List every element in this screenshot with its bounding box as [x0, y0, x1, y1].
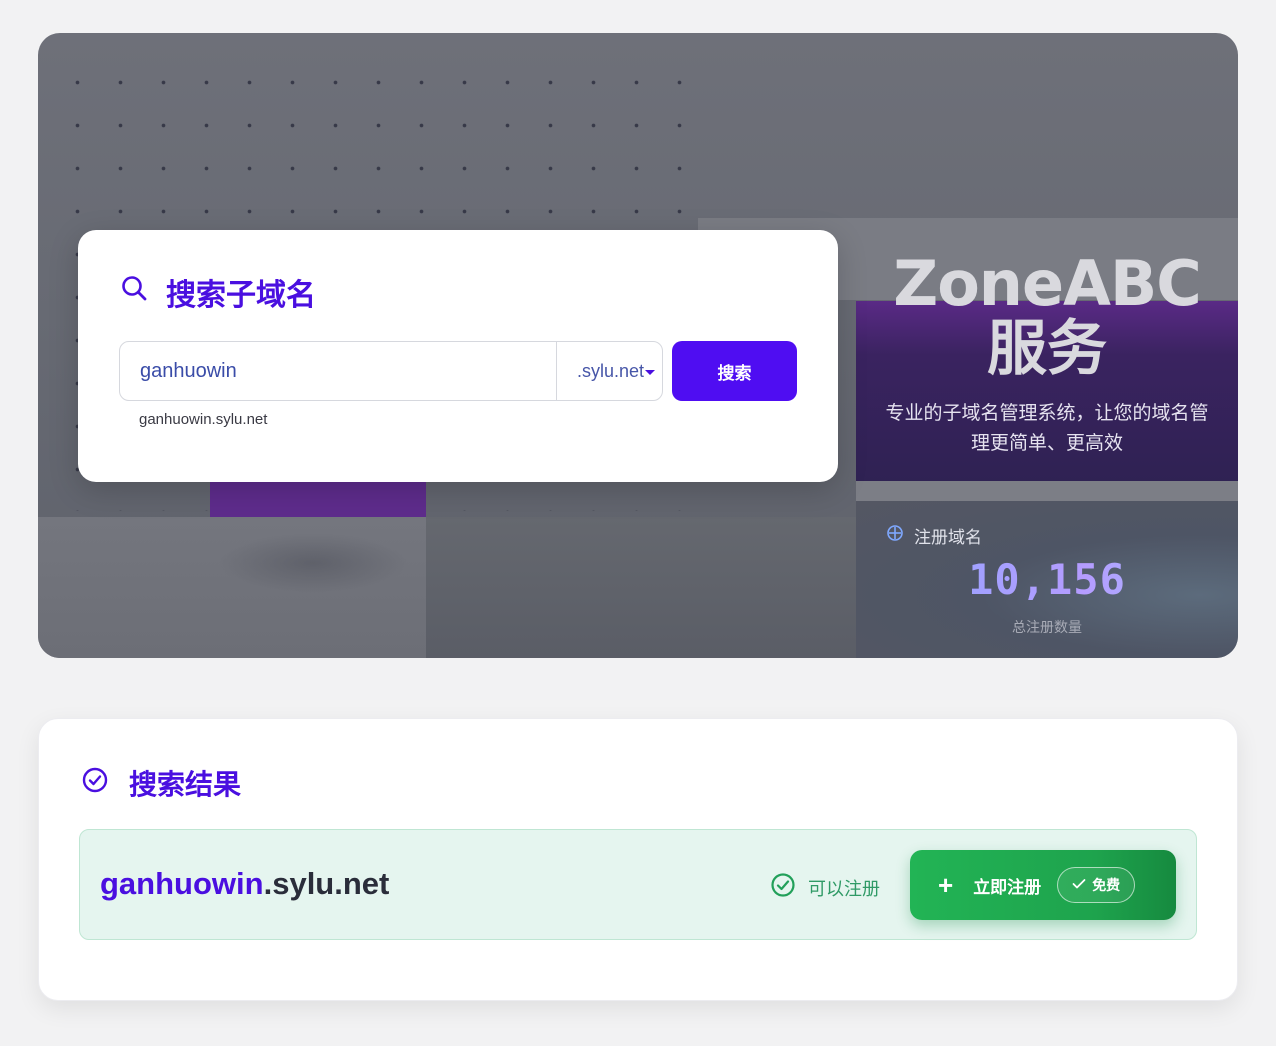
result-suffix: .sylu.net	[263, 866, 390, 901]
search-card: 搜索子域名 .sylu.net 搜索 ganhuowin.sylu.net	[78, 230, 838, 482]
crosshair-icon	[886, 524, 904, 547]
status-text: 可以注册	[808, 878, 880, 900]
result-card-title: 搜索结果	[81, 763, 241, 803]
brand-title-line1: ZoneABC	[893, 247, 1201, 320]
available-check-icon	[770, 872, 796, 903]
stat-caption: 总注册数量	[1012, 620, 1082, 636]
register-button-label: 立即注册	[973, 877, 1042, 897]
search-icon	[120, 274, 148, 310]
search-card-title: 搜索子域名	[120, 270, 316, 314]
brand-title-line2: 服务	[987, 314, 1107, 384]
result-title-text: 搜索结果	[129, 768, 242, 801]
hero-background-block	[426, 517, 856, 658]
suffix-select-value: .sylu.net	[577, 360, 645, 381]
search-button[interactable]: 搜索	[672, 341, 797, 401]
result-domain: ganhuowin.sylu.net	[100, 866, 389, 902]
check-circle-icon	[81, 766, 109, 801]
free-badge-text: 免费	[1092, 877, 1121, 893]
result-subdomain: ganhuowin	[100, 866, 264, 901]
search-input-group: .sylu.net	[119, 341, 663, 401]
subdomain-input[interactable]	[120, 342, 556, 400]
result-row: ganhuowin.sylu.net 可以注册 + 立即注册 免费	[79, 829, 1197, 940]
result-card: 搜索结果 ganhuowin.sylu.net 可以注册 + 立即注册 免费	[38, 718, 1238, 1001]
free-badge: 免费	[1057, 867, 1136, 903]
suffix-select[interactable]: .sylu.net	[556, 342, 662, 400]
search-title-text: 搜索子域名	[166, 278, 316, 313]
stat-label: 注册域名	[914, 528, 982, 548]
hero-tagline: 专业的子域名管理系统，让您的域名管理更简单、更高效	[885, 402, 1209, 454]
stat-header: 注册域名	[886, 523, 982, 548]
caret-down-icon	[644, 361, 656, 382]
brand-title: ZoneABC 服务	[856, 247, 1238, 384]
register-button[interactable]: + 立即注册 免费	[910, 850, 1176, 920]
hero-background-block	[218, 533, 408, 593]
hero-background-block	[856, 481, 1238, 501]
plus-icon: +	[938, 870, 954, 900]
check-icon	[1072, 877, 1086, 893]
domain-preview: ganhuowin.sylu.net	[139, 411, 268, 428]
stat-value: 10,156	[856, 555, 1238, 604]
status-badge: 可以注册	[770, 872, 880, 903]
